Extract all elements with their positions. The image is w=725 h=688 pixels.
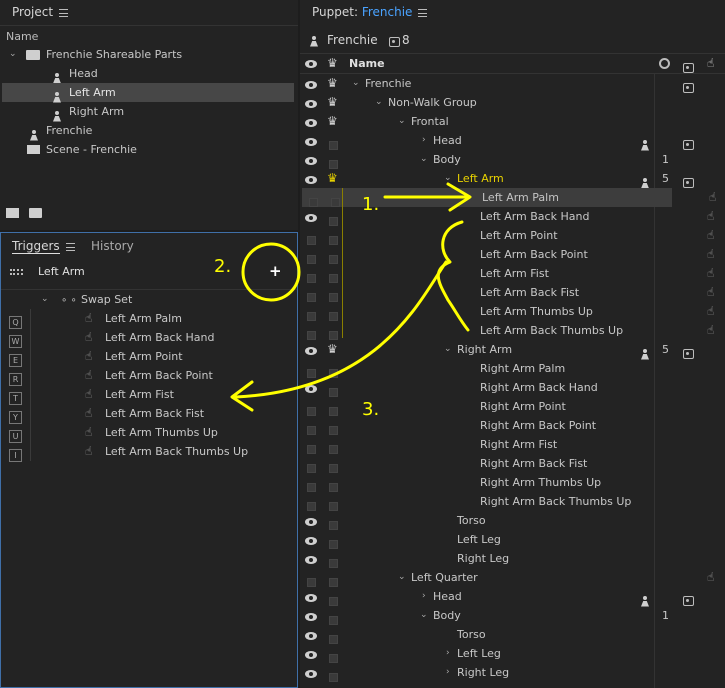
annotation-arrow-3 <box>234 260 448 399</box>
annotation-label-1: 1. <box>362 194 379 215</box>
annotation-overlay: 1. 2. 3. <box>214 182 472 420</box>
annotation-circle-2 <box>241 242 301 302</box>
annotation-label-2: 2. <box>214 256 231 277</box>
annotation-label-3: 3. <box>362 399 379 420</box>
annotation-brace <box>436 220 470 332</box>
